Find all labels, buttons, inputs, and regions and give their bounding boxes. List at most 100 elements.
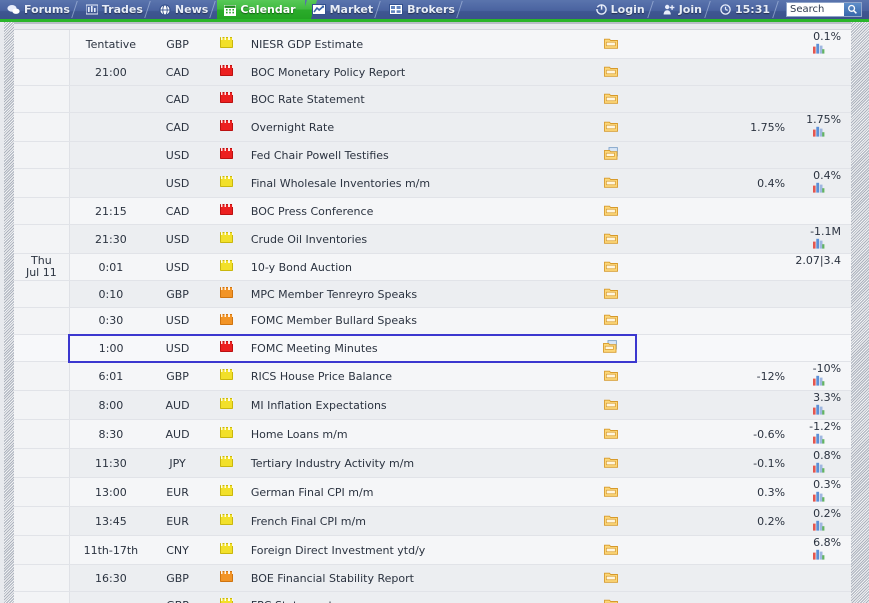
event-name-cell[interactable]: Foreign Direct Investment ytd/y <box>250 535 586 565</box>
table-row[interactable]: 13:45 EUR French Final CPI m/m 0.2% 0.2% <box>14 506 851 536</box>
folder-doc-icon[interactable] <box>603 340 618 353</box>
detail-cell[interactable] <box>585 280 637 308</box>
table-row[interactable]: 0:30 USD FOMC Member Bullard Speaks <box>14 307 851 335</box>
table-row[interactable]: Thu Jul 11 0:01 USD 10-y Bond Auction 2.07|3.… <box>14 253 851 281</box>
impact-medium-icon[interactable] <box>220 571 234 582</box>
table-row[interactable]: 8:30 AUD Home Loans m/m -0.6% -1.2% <box>14 419 851 449</box>
folder-icon[interactable] <box>603 369 618 381</box>
folder-doc-icon[interactable] <box>603 147 618 160</box>
folder-icon[interactable] <box>603 92 618 104</box>
impact-high-icon[interactable] <box>220 92 234 103</box>
graph-icon[interactable] <box>812 404 825 416</box>
event-name-cell[interactable]: FOMC Meeting Minutes <box>250 333 586 363</box>
folder-icon[interactable] <box>603 398 618 410</box>
folder-icon[interactable] <box>603 427 618 439</box>
impact-low-icon[interactable] <box>220 598 234 603</box>
folder-icon[interactable] <box>603 232 618 244</box>
detail-cell[interactable] <box>585 197 637 225</box>
graph-icon[interactable] <box>812 43 825 55</box>
detail-cell[interactable] <box>585 112 637 142</box>
detail-cell[interactable] <box>585 564 637 592</box>
table-row[interactable]: GBP FPC Statement <box>14 591 851 603</box>
graph-icon[interactable] <box>812 375 825 387</box>
event-name-cell[interactable]: French Final CPI m/m <box>250 506 586 536</box>
event-name-cell[interactable]: MPC Member Tenreyro Speaks <box>250 280 586 308</box>
event-name-cell[interactable]: Home Loans m/m <box>250 419 586 449</box>
folder-icon[interactable] <box>603 287 618 299</box>
table-row[interactable]: USD Final Wholesale Inventories m/m 0.4% 0.… <box>14 168 851 198</box>
folder-icon[interactable] <box>603 313 618 325</box>
event-name-cell[interactable]: NIESR GDP Estimate <box>250 30 586 59</box>
impact-low-icon[interactable] <box>220 37 234 48</box>
event-name-cell[interactable]: FPC Statement <box>250 591 586 603</box>
table-row[interactable]: Tentative GBP NIESR GDP Estimate 0.1% <box>14 30 851 59</box>
table-row[interactable]: USD Fed Chair Powell Testifies <box>14 141 851 169</box>
impact-low-icon[interactable] <box>220 398 234 409</box>
folder-icon[interactable] <box>603 65 618 77</box>
impact-high-icon[interactable] <box>220 204 234 215</box>
impact-medium-icon[interactable] <box>220 313 234 325</box>
event-name-cell[interactable]: Overnight Rate <box>250 112 586 142</box>
table-row[interactable]: 13:00 EUR German Final CPI m/m 0.3% 0.3% <box>14 477 851 507</box>
event-name-cell[interactable]: Final Wholesale Inventories m/m <box>250 168 586 198</box>
folder-icon[interactable] <box>603 204 618 216</box>
detail-cell[interactable] <box>585 224 637 254</box>
event-name-cell[interactable]: BOC Press Conference <box>250 197 586 225</box>
graph-icon[interactable] <box>812 491 825 503</box>
table-row[interactable]: 0:10 GBP MPC Member Tenreyro Speaks <box>14 280 851 308</box>
table-row[interactable]: 6:01 GBP RICS House Price Balance -12% -10% <box>14 361 851 391</box>
graph-icon[interactable] <box>812 433 825 445</box>
impact-low-icon[interactable] <box>220 514 234 525</box>
graph-icon[interactable] <box>812 126 825 138</box>
tab-trades[interactable]: Trades <box>79 0 152 19</box>
graph-icon[interactable] <box>812 462 825 474</box>
tab-market[interactable]: Market <box>305 0 383 19</box>
table-row[interactable]: 21:00 CAD BOC Monetary Policy Report <box>14 58 851 86</box>
event-name-cell[interactable]: BOC Rate Statement <box>250 85 586 113</box>
event-name-cell[interactable]: RICS House Price Balance <box>250 361 586 391</box>
search-box[interactable] <box>786 2 862 17</box>
search-button[interactable] <box>844 3 861 16</box>
clock-time[interactable]: 15:31 <box>712 0 780 19</box>
login-link[interactable]: Login <box>588 0 655 19</box>
impact-low-icon[interactable] <box>220 485 234 496</box>
table-row[interactable]: 1:00 USD FOMC Meeting Minutes <box>14 333 851 363</box>
graph-icon[interactable] <box>812 182 825 194</box>
impact-low-icon[interactable] <box>220 260 234 271</box>
detail-cell[interactable] <box>585 361 637 391</box>
table-row[interactable]: 16:30 GBP BOE Financial Stability Report <box>14 564 851 592</box>
table-row[interactable]: 11th-17th CNY Foreign Direct Investment yt… <box>14 535 851 565</box>
detail-cell[interactable] <box>585 30 637 59</box>
event-name-cell[interactable]: BOE Financial Stability Report <box>250 564 586 592</box>
folder-icon[interactable] <box>603 260 618 272</box>
event-name-cell[interactable]: German Final CPI m/m <box>250 477 586 507</box>
table-row[interactable]: CAD BOC Rate Statement <box>14 85 851 113</box>
detail-cell[interactable] <box>585 141 637 169</box>
tab-brokers[interactable]: Brokers <box>382 0 464 19</box>
impact-high-icon[interactable] <box>220 65 234 76</box>
table-row[interactable]: 21:30 USD Crude Oil Inventories -1.1M <box>14 224 851 254</box>
tab-news[interactable]: News <box>152 0 217 19</box>
event-name-cell[interactable]: Crude Oil Inventories <box>250 224 586 254</box>
folder-icon[interactable] <box>603 456 618 468</box>
graph-icon[interactable] <box>812 238 825 250</box>
search-input[interactable] <box>787 3 844 16</box>
table-row[interactable]: 8:00 AUD MI Inflation Expectations 3.3% <box>14 390 851 420</box>
folder-icon[interactable] <box>603 176 618 188</box>
detail-cell[interactable] <box>585 535 637 565</box>
folder-icon[interactable] <box>603 120 618 132</box>
folder-icon[interactable] <box>603 598 618 603</box>
tab-calendar[interactable]: Calendar <box>217 0 305 19</box>
detail-cell[interactable] <box>585 448 637 478</box>
event-name-cell[interactable]: Tertiary Industry Activity m/m <box>250 448 586 478</box>
detail-cell[interactable] <box>585 307 637 335</box>
impact-low-icon[interactable] <box>220 427 234 438</box>
impact-low-icon[interactable] <box>220 543 234 554</box>
event-name-cell[interactable]: FOMC Member Bullard Speaks <box>250 307 586 335</box>
folder-icon[interactable] <box>603 485 618 497</box>
detail-cell[interactable] <box>585 85 637 113</box>
event-name-cell[interactable]: 10-y Bond Auction <box>250 253 586 281</box>
impact-high-icon[interactable] <box>220 341 234 352</box>
detail-cell[interactable] <box>585 419 637 449</box>
graph-icon[interactable] <box>812 549 825 561</box>
